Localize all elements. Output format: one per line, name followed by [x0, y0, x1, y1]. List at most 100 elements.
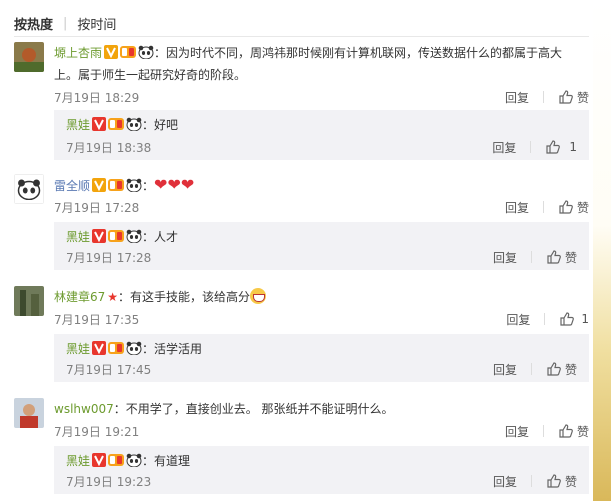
reply-button[interactable]: 回复 — [506, 311, 530, 328]
username[interactable]: 林建章67 — [54, 290, 105, 304]
reply-username[interactable]: 黑娃 — [66, 342, 90, 356]
decorative-right-edge — [593, 0, 611, 501]
like-label: 赞 — [576, 90, 589, 105]
vip-icon — [108, 178, 124, 192]
like-label: 赞 — [576, 200, 589, 215]
like-count: 1 — [569, 140, 577, 154]
header-divider — [14, 36, 589, 37]
like-button[interactable]: 1 — [559, 311, 589, 327]
thumb-up-icon — [559, 311, 575, 327]
vip-icon — [120, 45, 136, 59]
like-label: 赞 — [564, 474, 577, 489]
comment-text: ：不用学了，直接创业去。 那张纸并不能证明什么。 — [113, 402, 394, 416]
comment-text: 上。属于师生一起研究好奇的阶段。 — [54, 68, 247, 82]
action-divider — [542, 425, 544, 437]
panda-icon — [126, 178, 142, 192]
reply-button[interactable]: 回复 — [493, 249, 517, 266]
thumb-up-icon — [546, 473, 562, 489]
panda-icon — [138, 45, 154, 59]
like-button[interactable]: 赞 — [546, 473, 577, 490]
like-count: 1 — [581, 312, 589, 326]
like-button[interactable]: 赞 — [558, 423, 589, 440]
reply-button[interactable]: 回复 — [493, 361, 517, 378]
avatar[interactable] — [14, 174, 44, 204]
like-button[interactable]: 赞 — [558, 89, 589, 106]
comment-text: ：有这手技能，该给高分 — [118, 290, 251, 304]
reply-time: 7月19日 18:38 — [66, 140, 152, 155]
reply-button[interactable]: 回复 — [492, 139, 516, 156]
vip-icon — [108, 229, 124, 243]
thumb-up-icon — [546, 249, 562, 265]
reply-box: 黑娃 ：人才 7月19日 17:28 回复 赞 — [54, 222, 589, 270]
action-divider — [542, 91, 544, 103]
thumb-up-icon — [546, 361, 562, 377]
thumb-up-icon — [558, 199, 574, 215]
comment-text: ： — [142, 179, 155, 193]
comment-time: 7月19日 18:29 — [54, 90, 140, 105]
avatar[interactable] — [14, 286, 44, 316]
reply-button[interactable]: 回复 — [505, 89, 529, 106]
grin-emoji-icon — [250, 288, 267, 304]
verified-icon — [92, 453, 106, 467]
heart-icon: ❤❤❤ — [154, 175, 195, 194]
action-divider — [530, 363, 532, 375]
avatar[interactable] — [14, 398, 44, 428]
reply-username[interactable]: 黑娃 — [66, 454, 90, 468]
thumb-up-icon — [558, 89, 574, 105]
reply-username[interactable]: 黑娃 — [66, 118, 90, 132]
username[interactable]: 塬上杏雨 — [54, 46, 102, 60]
reply-text: ：活学活用 — [142, 342, 203, 356]
action-divider — [542, 201, 544, 213]
panda-icon — [126, 453, 142, 467]
reply-box: 黑娃 ：活学活用 7月19日 17:45 回复 赞 — [54, 334, 589, 382]
username[interactable]: 雷全顺 — [54, 179, 90, 193]
vip-icon — [108, 453, 124, 467]
reply-time: 7月19日 17:28 — [66, 250, 152, 265]
reply-text: ：有道理 — [142, 454, 191, 468]
panda-icon — [126, 229, 142, 243]
action-divider — [530, 475, 532, 487]
like-label: 赞 — [564, 250, 577, 265]
thumb-up-icon — [545, 139, 561, 155]
reply-time: 7月19日 19:23 — [66, 474, 152, 489]
like-label: 赞 — [564, 362, 577, 377]
reply-text: ：好吧 — [142, 118, 179, 132]
sort-by-time-tab[interactable]: 按时间 — [77, 14, 116, 33]
verified-icon — [104, 45, 118, 59]
reply-button[interactable]: 回复 — [493, 473, 517, 490]
verified-icon — [92, 178, 106, 192]
panda-icon — [126, 117, 142, 131]
avatar[interactable] — [14, 42, 44, 72]
reply-username[interactable]: 黑娃 — [66, 230, 90, 244]
thumb-up-icon — [558, 423, 574, 439]
star-icon: ★ — [107, 290, 119, 304]
verified-icon — [92, 341, 106, 355]
like-button[interactable]: 赞 — [546, 361, 577, 378]
sort-bar: 按热度 | 按时间 — [14, 14, 116, 33]
sort-divider: | — [63, 15, 68, 31]
reply-time: 7月19日 17:45 — [66, 362, 152, 377]
like-button[interactable]: 赞 — [558, 199, 589, 216]
reply-text: ：人才 — [142, 230, 179, 244]
comment-text: ：因为时代不同，周鸿祎那时候刚有计算机联网，传送数据什么的都属于高大 — [154, 46, 563, 60]
sort-by-hot-tab[interactable]: 按热度 — [14, 14, 53, 33]
like-button[interactable]: 赞 — [546, 249, 577, 266]
comment-time: 7月19日 17:28 — [54, 200, 140, 215]
action-divider — [530, 141, 532, 153]
verified-icon — [92, 229, 106, 243]
comment-time: 7月19日 19:21 — [54, 424, 140, 439]
reply-box: 黑娃 ：有道理 7月19日 19:23 回复 赞 — [54, 446, 589, 494]
vip-icon — [108, 117, 124, 131]
vip-icon — [108, 341, 124, 355]
panda-icon — [126, 341, 142, 355]
comment-time: 7月19日 17:35 — [54, 312, 140, 327]
like-label: 赞 — [576, 424, 589, 439]
username[interactable]: wslhw007 — [54, 402, 114, 416]
reply-button[interactable]: 回复 — [505, 423, 529, 440]
action-divider — [544, 313, 546, 325]
like-button[interactable]: 1 — [545, 139, 577, 155]
verified-icon — [92, 117, 106, 131]
reply-box: 黑娃 ：好吧 7月19日 18:38 回复 1 — [54, 110, 589, 160]
reply-button[interactable]: 回复 — [505, 199, 529, 216]
action-divider — [530, 251, 532, 263]
